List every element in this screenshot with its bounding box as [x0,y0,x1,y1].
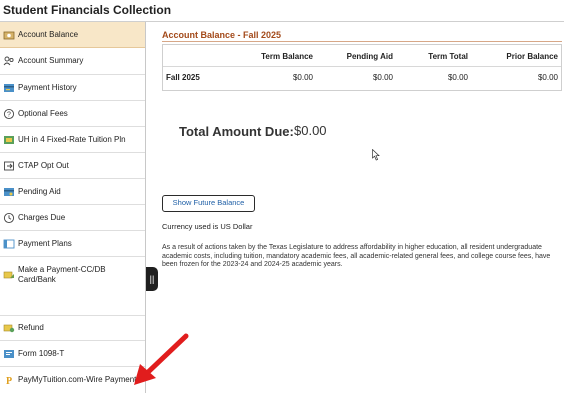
cell-term-balance: $0.00 [292,73,313,82]
sidebar-item-label: Form 1098-T [18,348,65,358]
tuition-plan-icon [3,134,15,146]
sidebar-item-label: Refund [18,323,44,332]
column-header-prior-balance: Prior Balance [506,52,558,61]
cell-term-total: $0.00 [447,73,468,82]
sidebar-item-label: UH in 4 Fixed-Rate Tuition Pln [18,134,126,144]
pending-aid-icon [3,186,15,198]
people-icon [3,55,15,67]
sidebar-item-label: Optional Fees [18,108,68,118]
account-balance-icon [3,29,15,41]
cell-pending-aid: $0.00 [372,73,393,82]
sidebar-item-label: Charges Due [18,212,66,222]
sidebar-item-label: Make a Payment-CC/DB Card/Bank [18,265,106,284]
sidebar-item-refund[interactable]: Refund [0,316,145,341]
table-row-term: Fall 2025 [166,73,200,82]
sidebar-item-payment-plans[interactable]: Payment Plans [0,231,145,257]
title-bar: Student Financials Collection [0,0,564,22]
payment-plans-icon [3,238,15,250]
sidebar-item-optional-fees[interactable]: ? Optional Fees [0,101,145,127]
sidebar-collapse-handle[interactable]: || [146,267,158,291]
sidebar-item-form-1098t[interactable]: Form 1098-T [0,341,145,367]
sidebar-item-label: Payment Plans [18,238,72,248]
sidebar-item-label: CTAP Opt Out [18,160,69,170]
opt-out-icon [3,160,15,172]
sidebar-item-payment-history[interactable]: Payment History [0,75,145,101]
cell-prior-balance: $0.00 [537,73,558,82]
app-title: Student Financials Collection [3,3,172,17]
sidebar-item-label: Account Summary [18,56,84,65]
column-header-term-balance: Term Balance [261,52,313,61]
section-divider [162,41,562,42]
sidebar-item-account-balance[interactable]: Account Balance [0,22,145,48]
make-payment-icon [3,269,15,281]
mouse-cursor-icon [372,149,380,161]
sidebar: Account Balance Account Summary Payment … [0,22,146,393]
table-divider [163,66,561,67]
svg-text:P: P [6,376,12,386]
column-header-term-total: Term Total [428,52,468,61]
sidebar-item-pending-aid[interactable]: Pending Aid [0,179,145,205]
total-amount-label: Total Amount Due: [179,124,294,139]
sidebar-item-uh-in-4[interactable]: UH in 4 Fixed-Rate Tuition Pln [0,127,145,153]
refund-icon [3,322,15,334]
total-amount-value: $0.00 [294,123,327,138]
svg-text:?: ? [7,111,11,118]
sidebar-item-paymytuition[interactable]: P PayMyTuition.com-Wire Payments [0,367,145,393]
section-title: Account Balance - Fall 2025 [162,30,282,40]
payment-history-icon [3,82,15,94]
column-header-pending-aid: Pending Aid [346,52,393,61]
sidebar-item-charges-due[interactable]: Charges Due [0,205,145,231]
red-arrow-icon [134,333,189,385]
help-circle-icon: ? [3,108,15,120]
sidebar-item-label: PayMyTuition.com-Wire Payments [18,375,141,384]
form-icon [3,348,15,360]
show-future-balance-button[interactable]: Show Future Balance [162,195,255,212]
sidebar-item-label: Pending Aid [18,186,61,196]
sidebar-item-label: Payment History [18,82,77,92]
clock-icon [3,212,15,224]
sidebar-item-ctap-opt-out[interactable]: CTAP Opt Out [0,153,145,179]
legislature-note: As a result of actions taken by the Texa… [162,244,551,268]
paymytuition-icon: P [3,374,15,386]
sidebar-item-account-summary[interactable]: Account Summary [0,48,145,75]
sidebar-item-label: Account Balance [18,29,79,39]
balance-table: Term Balance Pending Aid Term Total Prio… [162,44,562,91]
sidebar-item-make-payment[interactable]: Make a Payment-CC/DB Card/Bank [0,257,145,316]
currency-note: Currency used is US Dollar [162,222,253,231]
